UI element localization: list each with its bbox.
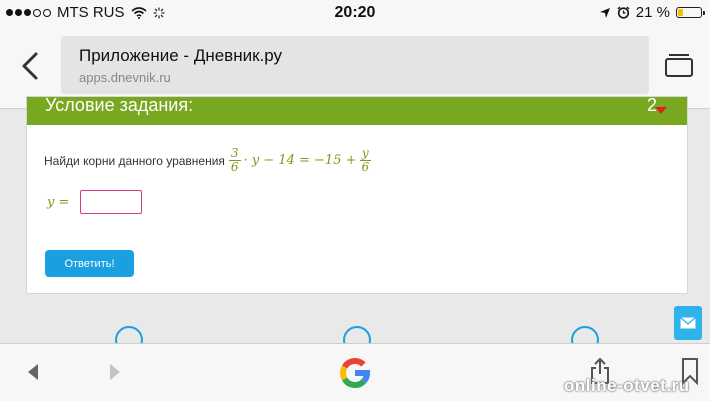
mail-icon — [680, 317, 696, 329]
page-url: apps.dnevnik.ru — [79, 70, 171, 85]
fraction-right-denominator: 6 — [361, 160, 370, 174]
fraction-left: 3 6 — [228, 146, 241, 174]
fraction-right: y 6 — [359, 146, 372, 174]
forward-arrow-icon[interactable] — [110, 364, 120, 380]
google-logo-icon[interactable] — [337, 355, 373, 391]
address-bar[interactable]: Приложение - Дневник.ру apps.dnevnik.ru — [61, 36, 649, 94]
task-card: Условие задания: 2 Найди корни данного у… — [26, 96, 688, 294]
equation-middle: · y − 14 = −15 + — [243, 153, 357, 168]
answer-label: y = — [47, 195, 70, 210]
alarm-icon — [617, 6, 630, 19]
feedback-button[interactable] — [674, 306, 702, 340]
fraction-left-denominator: 6 — [230, 160, 239, 174]
page-title: Приложение - Дневник.ру — [79, 46, 283, 65]
tabs-icon[interactable] — [664, 50, 694, 82]
back-arrow-icon[interactable] — [28, 364, 38, 380]
status-right: 21 % — [599, 4, 705, 21]
status-bar: MTS RUS 20:20 21 % — [0, 0, 710, 26]
answer-input[interactable] — [80, 190, 142, 214]
question-text: Найди корни данного уравнения — [44, 153, 225, 168]
fraction-right-numerator: y — [359, 146, 371, 161]
battery-percent: 21 % — [635, 4, 670, 21]
back-chevron-icon[interactable] — [16, 48, 46, 84]
equation: 3 6 · y − 14 = −15 + y 6 — [228, 146, 372, 174]
question-line: Найди корни данного уравнения 3 6 · y − … — [44, 147, 371, 174]
heart-icon — [655, 107, 667, 114]
submit-button[interactable]: Ответить! — [45, 250, 134, 277]
battery-icon — [676, 7, 705, 18]
task-header-title: Условие задания: — [45, 97, 194, 115]
location-arrow-icon — [599, 7, 610, 18]
watermark: online-otvet.ru — [564, 376, 690, 395]
fraction-left-numerator: 3 — [228, 146, 241, 161]
task-header: Условие задания: 2 — [27, 97, 687, 125]
